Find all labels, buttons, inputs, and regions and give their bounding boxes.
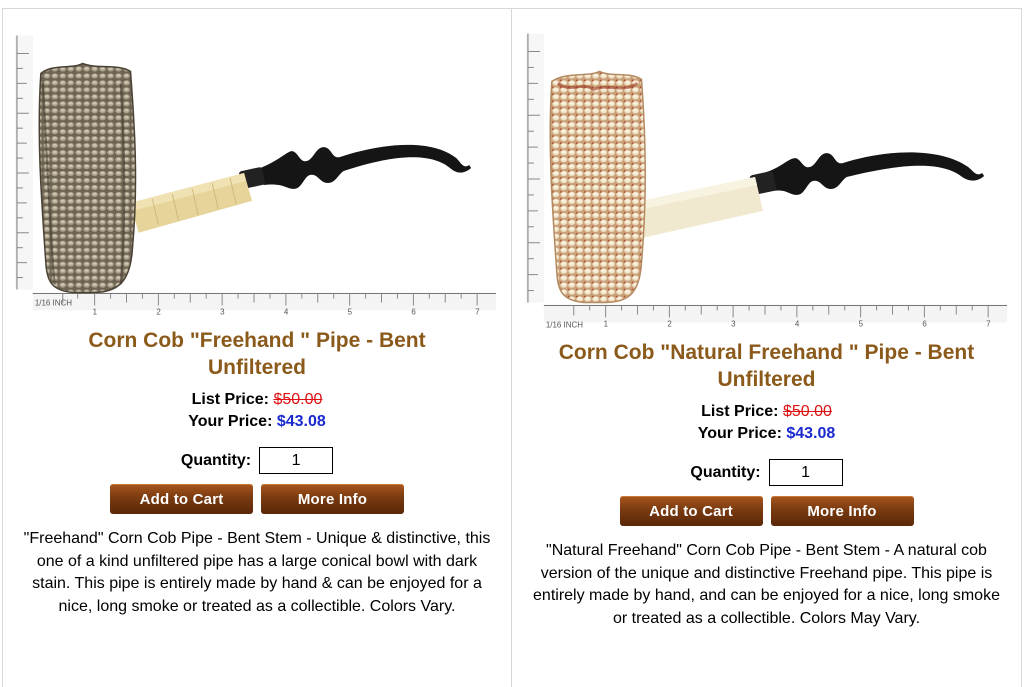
product-image-freehand[interactable]: 1/16 INCH 1 2 3 4 5 6 7 [3, 23, 511, 323]
horizontal-ruler: 1/16 INCH 1 2 3 4 5 6 7 [543, 304, 1008, 329]
your-price-value: $43.08 [276, 413, 326, 430]
pipe-photo: 1/16 INCH 1 2 3 4 5 6 7 [525, 33, 1008, 329]
ruler-unit-label: 1/16 INCH [35, 298, 72, 307]
svg-text:4: 4 [795, 319, 800, 328]
quantity-input[interactable] [259, 447, 334, 474]
price-block: List Price: $50.00 Your Price: $43.08 [512, 401, 1021, 445]
horizontal-ruler: 1/16 INCH 1 2 3 4 5 6 7 [32, 292, 497, 316]
your-price-label: Your Price: [188, 413, 273, 430]
svg-text:2: 2 [667, 319, 672, 328]
product-title[interactable]: Corn Cob "Freehand " Pipe - Bent Unfilte… [3, 327, 511, 381]
ruler-unit-label: 1/16 INCH [546, 320, 583, 329]
svg-text:6: 6 [922, 319, 927, 328]
pipe-shank [130, 173, 253, 233]
action-buttons: Add to Cart More Info [3, 484, 511, 514]
list-price-row: List Price: $50.00 [3, 389, 511, 411]
svg-text:3: 3 [220, 307, 225, 316]
svg-text:2: 2 [156, 307, 161, 316]
svg-text:6: 6 [411, 307, 416, 316]
svg-text:1: 1 [93, 307, 98, 316]
more-info-button[interactable]: More Info [770, 496, 914, 526]
add-to-cart-button[interactable]: Add to Cart [110, 484, 253, 514]
pipe-bowl-natural [549, 70, 647, 304]
svg-text:3: 3 [731, 319, 736, 328]
add-to-cart-button[interactable]: Add to Cart [619, 496, 763, 526]
product-info: Corn Cob "Natural Freehand " Pipe - Bent… [512, 339, 1021, 630]
list-price-value: $50.00 [782, 403, 832, 420]
product-description: "Natural Freehand" Corn Cob Pipe - Bent … [533, 542, 1000, 627]
price-block: List Price: $50.00 Your Price: $43.08 [3, 389, 511, 433]
list-price-row: List Price: $50.00 [512, 401, 1021, 423]
pipe-bowl-dark [38, 62, 137, 294]
svg-text:7: 7 [475, 307, 480, 316]
product-grid: 1/16 INCH 1 2 3 4 5 6 7 Corn Cob "Freeha… [0, 0, 1024, 687]
pipe-stem [749, 152, 985, 195]
svg-text:5: 5 [348, 307, 353, 316]
vertical-ruler [14, 35, 33, 290]
svg-text:4: 4 [284, 307, 289, 316]
product-info: Corn Cob "Freehand " Pipe - Bent Unfilte… [3, 327, 511, 618]
svg-text:1: 1 [604, 319, 609, 328]
quantity-input[interactable] [768, 459, 843, 486]
quantity-row: Quantity: [3, 447, 511, 474]
product-image-natural-freehand[interactable]: 1/16 INCH 1 2 3 4 5 6 7 [512, 23, 1021, 335]
product-title[interactable]: Corn Cob "Natural Freehand " Pipe - Bent… [512, 339, 1021, 393]
action-buttons: Add to Cart More Info [512, 496, 1021, 526]
product-card-freehand: 1/16 INCH 1 2 3 4 5 6 7 Corn Cob "Freeha… [2, 8, 512, 687]
quantity-row: Quantity: [512, 459, 1021, 486]
list-price-label: List Price: [191, 391, 269, 408]
vertical-ruler [525, 33, 544, 303]
svg-text:7: 7 [986, 319, 991, 328]
svg-text:5: 5 [859, 319, 864, 328]
more-info-button[interactable]: More Info [261, 484, 404, 514]
quantity-label: Quantity: [180, 451, 252, 469]
your-price-row: Your Price: $43.08 [512, 423, 1021, 445]
list-price-value: $50.00 [273, 391, 323, 408]
list-price-label: List Price: [701, 403, 779, 420]
your-price-row: Your Price: $43.08 [3, 411, 511, 433]
product-description: "Freehand" Corn Cob Pipe - Bent Stem - U… [23, 530, 491, 615]
your-price-label: Your Price: [697, 425, 782, 442]
product-card-natural-freehand: 1/16 INCH 1 2 3 4 5 6 7 Corn Cob "Natura… [511, 8, 1022, 687]
your-price-value: $43.08 [786, 425, 836, 442]
quantity-label: Quantity: [690, 463, 761, 481]
pipe-stem [239, 144, 472, 189]
pipe-photo: 1/16 INCH 1 2 3 4 5 6 7 [14, 35, 497, 316]
